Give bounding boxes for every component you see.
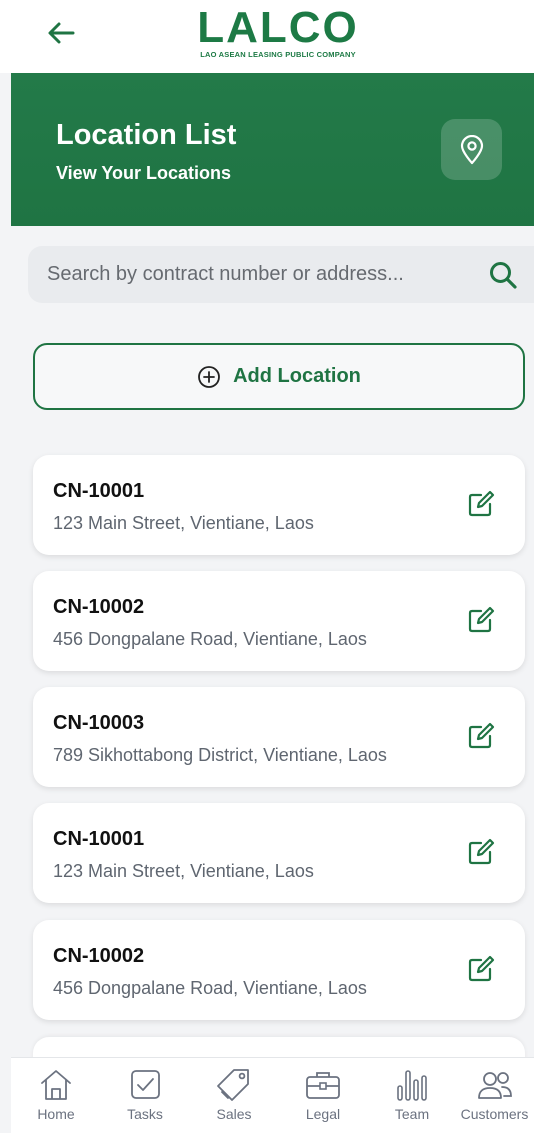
search-bar: [28, 246, 534, 303]
plus-circle-icon: [198, 365, 221, 388]
contract-number: CN-10002: [53, 596, 145, 618]
search-icon[interactable]: [488, 260, 518, 290]
location-card[interactable]: CN-10003 789 Sikhottabong District, Vien…: [33, 687, 525, 787]
nav-item-sales[interactable]: Sales: [191, 1068, 277, 1128]
logo-text: LALCO: [197, 3, 359, 52]
search-input[interactable]: [47, 263, 477, 286]
nav-item-legal[interactable]: Legal: [280, 1068, 366, 1128]
page-subtitle: View Your Locations: [56, 163, 232, 183]
location-address: 456 Dongpalane Road, Vientiane, Laos: [53, 629, 367, 649]
nav-item-team[interactable]: Team: [369, 1068, 455, 1128]
back-button[interactable]: [44, 18, 78, 48]
nav-label: Legal: [305, 1106, 341, 1122]
logo-subtitle: LAO ASEAN LEASING PUBLIC COMPANY: [200, 50, 356, 59]
nav-label: Home: [37, 1106, 75, 1122]
location-card[interactable]: CN-10001 123 Main Street, Vientiane, Lao…: [33, 455, 525, 555]
bar-chart-icon: [397, 1070, 427, 1101]
arrow-left-icon: [48, 22, 75, 44]
location-address: 456 Dongpalane Road, Vientiane, Laos: [53, 978, 367, 998]
location-card[interactable]: CN-10001 123 Main Street, Vientiane, Lao…: [33, 803, 525, 903]
nav-item-tasks[interactable]: Tasks: [102, 1068, 188, 1128]
tag-icon: [217, 1069, 249, 1101]
map-pin-button[interactable]: [441, 119, 502, 180]
top-bar: LALCO LAO ASEAN LEASING PUBLIC COMPANY: [0, 0, 534, 73]
briefcase-icon: [306, 1072, 340, 1099]
edit-icon[interactable]: [466, 837, 496, 867]
nav-label: Sales: [216, 1106, 252, 1122]
nav-item-customers[interactable]: Customers: [455, 1068, 534, 1128]
edit-icon[interactable]: [466, 605, 496, 635]
add-location-button[interactable]: Add Location: [33, 343, 525, 410]
add-location-label: Add Location: [233, 365, 361, 387]
home-icon: [41, 1070, 71, 1100]
location-address: 123 Main Street, Vientiane, Laos: [53, 513, 314, 533]
contract-number: CN-10002: [53, 945, 145, 967]
nav-label: Customers: [460, 1106, 529, 1122]
users-icon: [477, 1072, 512, 1099]
map-pin-icon: [460, 134, 483, 164]
edit-icon[interactable]: [466, 954, 496, 984]
edit-icon[interactable]: [466, 489, 496, 519]
checkbox-icon: [131, 1070, 160, 1099]
location-card[interactable]: CN-10002 456 Dongpalane Road, Vientiane,…: [33, 571, 525, 671]
bottom-navigation: Home Tasks Sales Legal Team Customers: [11, 1057, 534, 1133]
company-logo: LALCO LAO ASEAN LEASING PUBLIC COMPANY: [183, 3, 373, 60]
contract-number: CN-10001: [53, 480, 145, 502]
location-address: 789 Sikhottabong District, Vientiane, La…: [53, 745, 387, 765]
page-header-banner: Location List View Your Locations: [11, 73, 534, 226]
contract-number: CN-10001: [53, 828, 145, 850]
page-title: Location List: [56, 119, 237, 151]
nav-label: Team: [394, 1106, 430, 1122]
nav-item-home[interactable]: Home: [13, 1068, 99, 1128]
location-card[interactable]: CN-10002 456 Dongpalane Road, Vientiane,…: [33, 920, 525, 1020]
location-address: 123 Main Street, Vientiane, Laos: [53, 861, 314, 881]
edit-icon[interactable]: [466, 721, 496, 751]
contract-number: CN-10003: [53, 712, 145, 734]
nav-label: Tasks: [127, 1106, 163, 1122]
